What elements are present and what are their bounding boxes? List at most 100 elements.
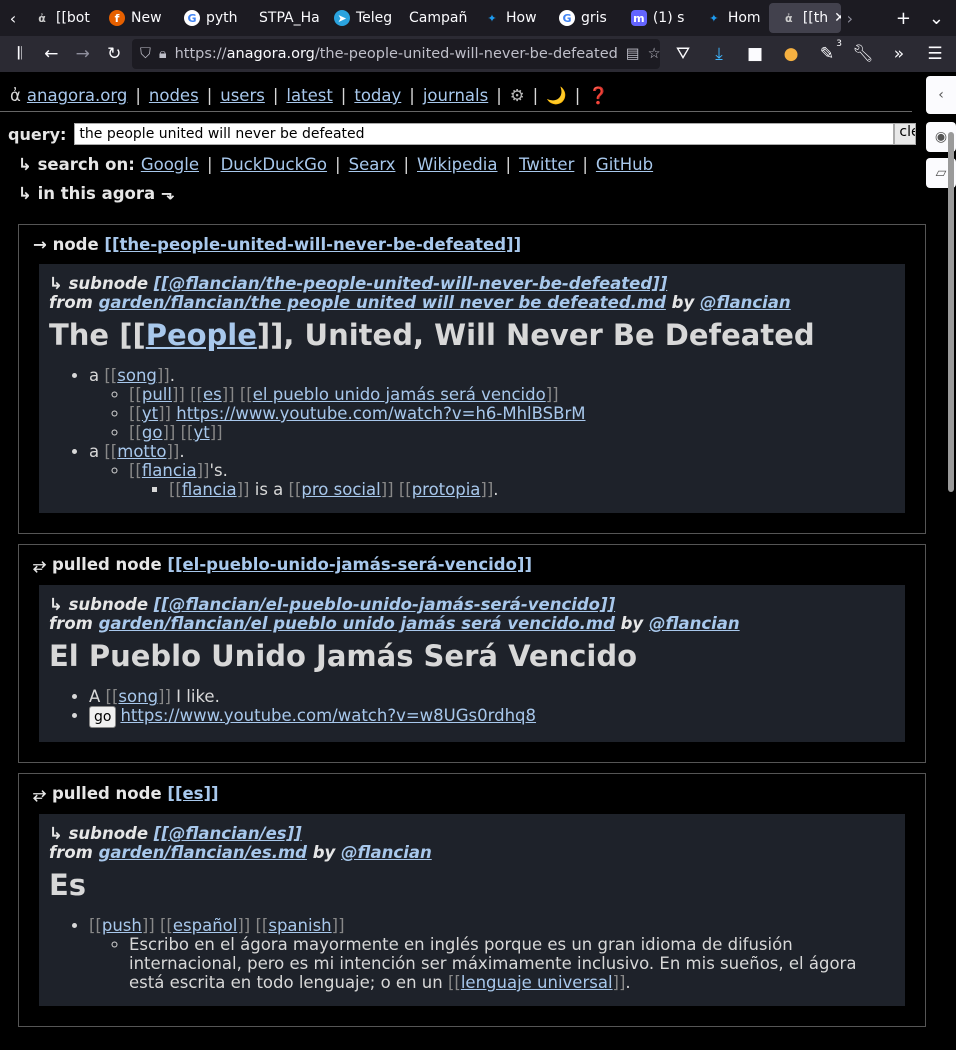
shield-icon[interactable]: ⛉: [140, 46, 151, 62]
tab[interactable]: ➤ Teleg: [322, 3, 397, 33]
user-link[interactable]: @flancian: [649, 614, 740, 633]
tab[interactable]: ἀ [[bot: [22, 3, 97, 33]
node-header: → node [[the-people-united-will-never-be…: [33, 235, 522, 254]
wikilink[interactable]: yt: [193, 423, 209, 442]
nav-link-nodes[interactable]: nodes: [149, 86, 199, 105]
extension-burger-icon[interactable]: ●: [776, 39, 806, 69]
query-row: query: clear: [0, 112, 956, 150]
subnode-source: from garden/flancian/el pueblo unido jam…: [49, 614, 740, 633]
list-item: [[flancia]] is a [[pro social]] [[protop…: [169, 480, 895, 499]
tab[interactable]: m (1) s: [619, 3, 694, 33]
extension-square-icon[interactable]: ■: [740, 39, 770, 69]
search-twitter-link[interactable]: Twitter: [519, 155, 574, 174]
tab[interactable]: Campañ: [397, 3, 472, 33]
list-tabs-icon[interactable]: ⌄: [929, 8, 944, 29]
nav-link-home[interactable]: anagora.org: [27, 86, 127, 105]
wikilink[interactable]: flancia: [182, 480, 237, 499]
tab-label: Hom: [727, 10, 761, 26]
wikilink[interactable]: motto: [117, 442, 166, 461]
google-icon: G: [184, 10, 200, 26]
firefox-icon: f: [109, 10, 125, 26]
nav-link-today[interactable]: today: [354, 86, 401, 105]
node-title-link[interactable]: [[el-pueblo-unido-jamás-será-vencido]]: [167, 555, 532, 574]
url-bar[interactable]: ⛉ 🔒︎ https://anagora.org/the-people-unit…: [132, 39, 660, 69]
download-icon[interactable]: ⤓: [704, 39, 734, 69]
pocket-icon[interactable]: ⛛: [668, 39, 698, 69]
tab-scroll-left-icon[interactable]: ‹: [4, 9, 22, 28]
tab-scroll-right-icon[interactable]: ›: [841, 9, 859, 28]
garden-path-link[interactable]: garden/flancian/el pueblo unido jamás se…: [99, 614, 615, 633]
gear-icon[interactable]: ⚙: [510, 86, 525, 105]
search-google-link[interactable]: Google: [141, 155, 199, 174]
search-input[interactable]: [74, 123, 895, 145]
extension-badge-icon[interactable]: ✎ 3: [812, 39, 842, 69]
youtube-link[interactable]: https://www.youtube.com/watch?v=w8UGs0rd…: [120, 706, 536, 725]
subnode-link[interactable]: [[@flancian/el-pueblo-unido-jamás-será-v…: [154, 595, 615, 614]
nav-link-latest[interactable]: latest: [286, 86, 332, 105]
subnode: ↳ subnode [[@flancian/el-pueblo-unido-ja…: [39, 585, 905, 742]
wikilink[interactable]: song: [118, 687, 158, 706]
wikilink[interactable]: yt: [142, 404, 158, 423]
tab[interactable]: Gpyth: [172, 3, 247, 33]
menu-icon[interactable]: ☰: [920, 39, 950, 69]
youtube-link[interactable]: https://www.youtube.com/watch?v=h6-MhlBS…: [176, 404, 585, 423]
moon-icon[interactable]: 🌙: [546, 86, 567, 106]
user-link[interactable]: @flancian: [341, 843, 432, 862]
wikilink[interactable]: go: [142, 423, 163, 442]
wrench-icon[interactable]: 🔧︎: [848, 39, 878, 69]
list-item: A [[song]] I like.: [89, 687, 895, 706]
node-title-link[interactable]: [[es]]: [167, 784, 218, 803]
reader-view-icon[interactable]: ▤: [626, 46, 640, 62]
search-wikipedia-link[interactable]: Wikipedia: [417, 155, 497, 174]
list-item: [[go]] [[yt]]: [129, 423, 895, 442]
collapse-sidebar-button[interactable]: ‹: [926, 76, 956, 114]
url-text: https://anagora.org/the-people-united-wi…: [174, 46, 618, 62]
user-link[interactable]: @flancian: [700, 293, 791, 312]
search-searx-link[interactable]: Searx: [349, 155, 396, 174]
garden-path-link[interactable]: garden/flancian/es.md: [99, 843, 307, 862]
forward-icon[interactable]: →: [69, 39, 97, 69]
tab[interactable]: Ggris: [547, 3, 619, 33]
tab[interactable]: STPA_Ha: [247, 3, 322, 33]
search-duckduckgo-link[interactable]: DuckDuckGo: [221, 155, 327, 174]
node-title-link[interactable]: [[the-people-united-will-never-be-defeat…: [104, 235, 521, 254]
agora-icon: ἀ: [38, 11, 46, 25]
back-icon[interactable]: ←: [38, 39, 66, 69]
wikilink[interactable]: protopia: [412, 480, 481, 499]
new-tab-icon[interactable]: +: [896, 8, 911, 29]
tab-active[interactable]: ἀ [[th ✕: [768, 3, 841, 33]
wikilink[interactable]: push: [102, 916, 142, 935]
wikilink[interactable]: español: [173, 916, 237, 935]
wikilink[interactable]: lenguaje universal: [461, 973, 613, 992]
wikilink[interactable]: flancia: [142, 461, 197, 480]
lock-icon[interactable]: 🔒︎: [159, 46, 167, 62]
help-icon[interactable]: ❓: [588, 86, 609, 106]
bookmark-star-icon[interactable]: ☆: [648, 46, 660, 62]
go-button[interactable]: go: [89, 706, 117, 728]
library-icon[interactable]: 𝄃: [6, 39, 34, 69]
nav-link-journals[interactable]: journals: [423, 86, 488, 105]
garden-path-link[interactable]: garden/flancian/the people united will n…: [99, 293, 666, 312]
search-github-link[interactable]: GitHub: [596, 155, 653, 174]
nav-link-users[interactable]: users: [220, 86, 265, 105]
subnode-link[interactable]: [[@flancian/the-people-united-will-never…: [154, 274, 667, 293]
tab[interactable]: ✦ How: [472, 3, 547, 33]
overflow-icon[interactable]: »: [884, 39, 914, 69]
wikilink[interactable]: song: [117, 366, 157, 385]
people-link[interactable]: People: [146, 318, 257, 352]
in-this-agora[interactable]: ↳ in this agora ⬎: [0, 179, 956, 208]
wikilink[interactable]: pro social: [301, 480, 380, 499]
tab[interactable]: f New: [97, 3, 172, 33]
clear-button[interactable]: clear: [894, 123, 917, 145]
wikilink[interactable]: el pueblo unido jamás será vencido: [253, 385, 546, 404]
subnode-link[interactable]: [[@flancian/es]]: [154, 824, 302, 843]
scrollbar[interactable]: [948, 132, 954, 492]
tab[interactable]: ✦ Hom: [694, 3, 769, 33]
wikilink[interactable]: es: [203, 385, 222, 404]
subnode-header: ↳ subnode [[@flancian/the-people-united-…: [49, 274, 668, 293]
tab-label: [[th: [802, 10, 829, 26]
reload-icon[interactable]: ↻: [101, 39, 129, 69]
close-tab-icon[interactable]: ✕: [834, 10, 841, 26]
wikilink[interactable]: spanish: [268, 916, 331, 935]
wikilink[interactable]: pull: [142, 385, 172, 404]
